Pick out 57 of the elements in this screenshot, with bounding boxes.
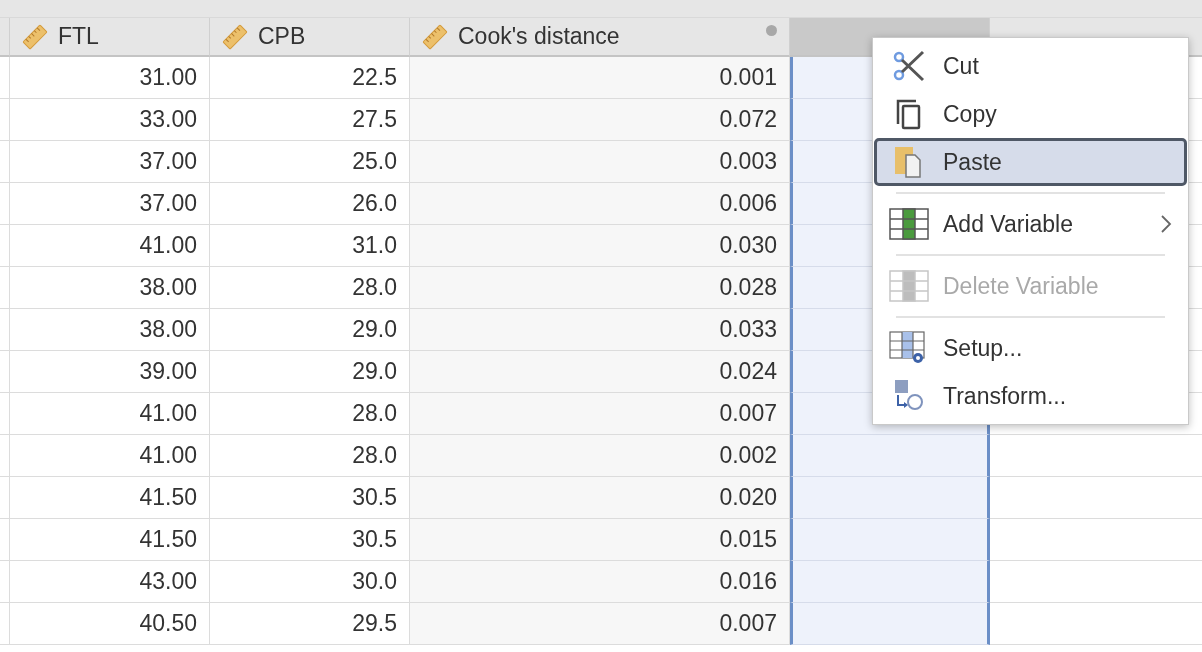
- menu-item[interactable]: Setup...: [874, 324, 1187, 372]
- table-cell: 41.50: [10, 477, 210, 519]
- table-cell: 25.0: [210, 141, 410, 183]
- chevron-right-icon: [1160, 214, 1172, 234]
- table-cell: 31.00: [10, 57, 210, 99]
- menu-item[interactable]: Cut: [874, 42, 1187, 90]
- add-column-icon: [889, 208, 929, 240]
- table-cell: 29.0: [210, 309, 410, 351]
- table-cell: 0.002: [410, 435, 790, 477]
- table-cell: 27.5: [210, 99, 410, 141]
- table-cell: 0.024: [410, 351, 790, 393]
- table-cell: 22.5: [210, 57, 410, 99]
- table-cell: 41.00: [10, 435, 210, 477]
- table-cell: 28.0: [210, 435, 410, 477]
- table-cell: 29.5: [210, 603, 410, 645]
- scissors-icon: [892, 49, 926, 83]
- table-cell: 0.028: [410, 267, 790, 309]
- table-cell: 0.001: [410, 57, 790, 99]
- table-cell: 38.00: [10, 267, 210, 309]
- table-cell: 0.006: [410, 183, 790, 225]
- table-cell: 40.50: [10, 603, 210, 645]
- table-cell: 33.00: [10, 99, 210, 141]
- table-cell: 0.030: [410, 225, 790, 267]
- menu-item[interactable]: Transform...: [874, 372, 1187, 420]
- delete-column-icon: [889, 270, 929, 302]
- table-cell: 28.0: [210, 393, 410, 435]
- table-cell: 30.0: [210, 561, 410, 603]
- table-cell: 0.072: [410, 99, 790, 141]
- corner-header: [0, 18, 10, 57]
- table-cell: 41.50: [10, 519, 210, 561]
- table-cell: 29.0: [210, 351, 410, 393]
- table-cell: 0.016: [410, 561, 790, 603]
- table-cell: 0.015: [410, 519, 790, 561]
- table-cell: 38.00: [10, 309, 210, 351]
- table-cell: 30.5: [210, 477, 410, 519]
- table-cell: 37.00: [10, 141, 210, 183]
- menu-item[interactable]: Paste: [874, 138, 1187, 186]
- table-cell: 0.007: [410, 603, 790, 645]
- table-cell: 41.00: [10, 393, 210, 435]
- table-cell: 31.0: [210, 225, 410, 267]
- table-cell: 37.00: [10, 183, 210, 225]
- table-cell: 41.00: [10, 225, 210, 267]
- menu-item[interactable]: Add Variable: [874, 200, 1187, 248]
- table-cell: 39.00: [10, 351, 210, 393]
- table-cell: 0.003: [410, 141, 790, 183]
- table-cell: 0.007: [410, 393, 790, 435]
- table-cell: 0.033: [410, 309, 790, 351]
- transform-icon: [892, 379, 926, 413]
- table-cell: 30.5: [210, 519, 410, 561]
- table-cell: 28.0: [210, 267, 410, 309]
- table-cell: 26.0: [210, 183, 410, 225]
- column-header[interactable]: FTL: [10, 18, 210, 57]
- column-header[interactable]: Cook's distance: [410, 18, 790, 57]
- menu-item[interactable]: Copy: [874, 90, 1187, 138]
- column-header[interactable]: CPB: [210, 18, 410, 57]
- table-cell: 0.020: [410, 477, 790, 519]
- table-cell: 43.00: [10, 561, 210, 603]
